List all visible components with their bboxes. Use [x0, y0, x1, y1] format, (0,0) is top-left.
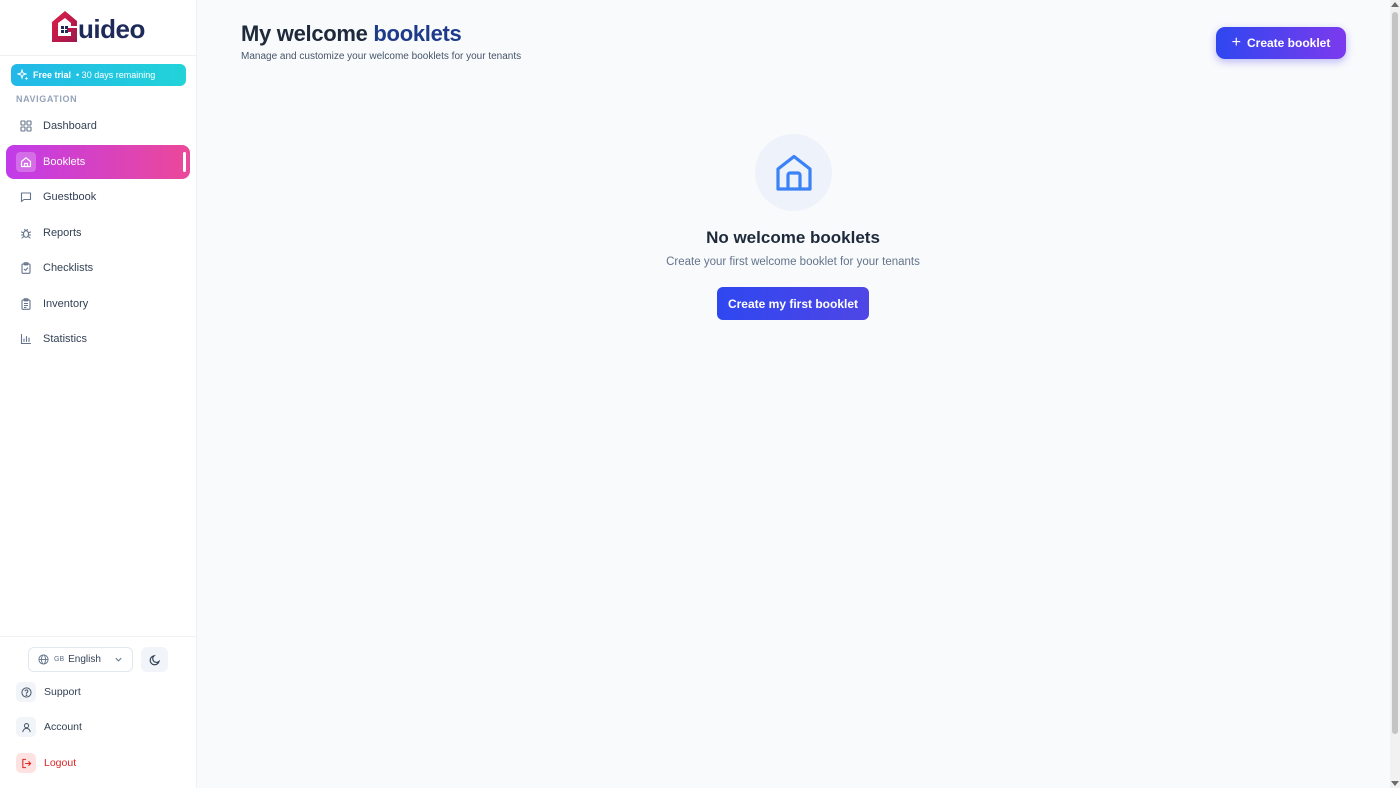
bottom-divider	[0, 636, 197, 637]
empty-state-home-icon	[755, 134, 832, 211]
active-indicator	[183, 152, 186, 172]
page-title: My welcome booklets	[241, 21, 462, 47]
message-icon	[18, 189, 34, 205]
sidebar-item-inventory[interactable]: Inventory	[6, 287, 190, 321]
sidebar-item-statistics[interactable]: Statistics	[6, 322, 190, 356]
chevron-down-icon	[115, 657, 122, 662]
sidebar-item-label: Statistics	[43, 333, 88, 345]
trial-remaining: • 30 days remaining	[76, 70, 156, 80]
page-subtitle: Manage and customize your welcome bookle…	[241, 51, 522, 62]
language-select[interactable]: GB English	[28, 647, 133, 672]
moon-icon	[149, 654, 160, 665]
create-booklet-button[interactable]: + Create booklet	[1216, 27, 1346, 59]
brand-name: uideo	[78, 14, 145, 44]
page-scrollbar[interactable]	[1390, 0, 1400, 788]
help-circle-icon	[16, 682, 36, 702]
logout-icon	[16, 753, 36, 773]
grid-icon	[18, 118, 34, 134]
sidebar-item-label: Guestbook	[43, 191, 97, 203]
create-booklet-label: Create booklet	[1246, 36, 1331, 50]
logout-button[interactable]: Logout	[16, 753, 76, 773]
sidebar-item-guestbook[interactable]: Guestbook	[6, 180, 190, 214]
scroll-up-arrow-icon[interactable]	[1391, 2, 1399, 7]
sidebar-item-label: Dashboard	[43, 120, 97, 132]
globe-icon	[38, 654, 49, 665]
bar-chart-icon	[18, 331, 34, 347]
scroll-down-arrow-icon[interactable]	[1391, 781, 1399, 786]
sidebar-item-dashboard[interactable]: Dashboard	[6, 109, 190, 143]
account-link[interactable]: Account	[16, 717, 82, 737]
language-flag: GB	[54, 656, 65, 663]
trial-label: Free trial	[33, 70, 72, 80]
logo-divider	[0, 55, 197, 56]
support-link[interactable]: Support	[16, 682, 81, 702]
sparkles-icon	[17, 69, 29, 81]
clipboard-list-icon	[18, 296, 34, 312]
nav-section-label: NAVIGATION	[16, 94, 78, 104]
sidebar: uideo Free trial • 30 days remaining NAV…	[0, 0, 197, 788]
sidebar-item-booklets[interactable]: Booklets	[6, 145, 190, 179]
app-logo[interactable]: uideo	[50, 6, 150, 46]
page-title-accent: booklets	[373, 21, 462, 46]
user-icon	[16, 717, 36, 737]
free-trial-badge[interactable]: Free trial • 30 days remaining	[11, 64, 186, 86]
logout-label: Logout	[44, 757, 77, 769]
create-first-booklet-button[interactable]: Create my first booklet	[717, 287, 869, 320]
page-title-prefix: My welcome	[241, 21, 368, 46]
empty-state-title: No welcome booklets	[706, 228, 880, 247]
language-label: English	[68, 654, 101, 665]
sidebar-item-label: Inventory	[43, 298, 89, 310]
empty-state-subtitle: Create your first welcome booklet for yo…	[666, 256, 920, 268]
support-label: Support	[44, 686, 81, 698]
plus-icon: +	[1231, 34, 1241, 51]
logo-house-icon	[52, 11, 77, 42]
account-label: Account	[44, 721, 82, 733]
scrollbar-thumb[interactable]	[1392, 12, 1398, 734]
dark-mode-toggle[interactable]	[141, 647, 168, 672]
sidebar-item-label: Booklets	[43, 156, 86, 168]
home-icon	[16, 152, 36, 172]
